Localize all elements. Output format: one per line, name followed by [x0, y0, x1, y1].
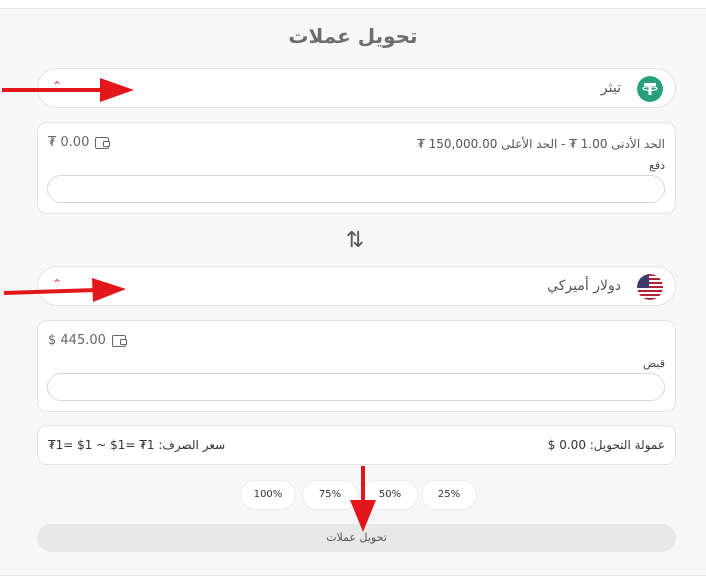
receive-input[interactable]	[47, 373, 665, 401]
pay-box: الحد الأدنى 1.00 ₮ - الحد الأعلى 150,000…	[37, 122, 676, 214]
us-flag-icon	[637, 274, 663, 300]
limits-text: الحد الأدنى 1.00 ₮ - الحد الأعلى 150,000…	[417, 137, 665, 151]
to-currency-label: دولار أميركي	[547, 278, 621, 294]
exchange-rate-text: سعر الصرف: 1₮ =1$ ~ 1$ =1₮	[48, 438, 226, 452]
receive-box: $ 445.00 قبض	[37, 320, 676, 412]
to-balance-value: $ 445.00	[48, 333, 106, 348]
from-balance: ₮ 0.00	[48, 135, 111, 150]
chevron-up-icon[interactable]: ⌃	[52, 79, 62, 93]
tether-icon	[637, 76, 663, 102]
convert-button[interactable]: تحويل عملات	[37, 524, 676, 552]
info-bar: عمولة التحويل: 0.00 $ سعر الصرف: 1₮ =1$ …	[37, 425, 676, 465]
percent-25-button[interactable]: 25%	[421, 480, 477, 510]
percent-50-button[interactable]: 50%	[362, 480, 418, 510]
pay-label: دفع	[648, 159, 665, 172]
page-title: تحويل عملات	[288, 24, 418, 48]
commission-text: عمولة التحويل: 0.00 $	[547, 438, 665, 452]
receive-label: قبض	[642, 357, 665, 370]
chevron-up-icon[interactable]: ⌃	[52, 277, 62, 291]
percent-75-button[interactable]: 75%	[302, 480, 358, 510]
wallet-icon	[111, 334, 127, 347]
pay-input[interactable]	[47, 175, 665, 203]
from-currency-selector[interactable]: تيثر ⌃	[37, 68, 676, 108]
to-currency-selector[interactable]: دولار أميركي ⌃	[37, 266, 676, 306]
from-balance-value: ₮ 0.00	[48, 135, 90, 150]
swap-icon[interactable]: ⇅	[340, 226, 370, 256]
percent-100-button[interactable]: 100%	[240, 480, 296, 510]
wallet-icon	[95, 136, 111, 149]
to-balance: $ 445.00	[48, 333, 127, 348]
from-currency-label: تيثر	[600, 80, 621, 96]
